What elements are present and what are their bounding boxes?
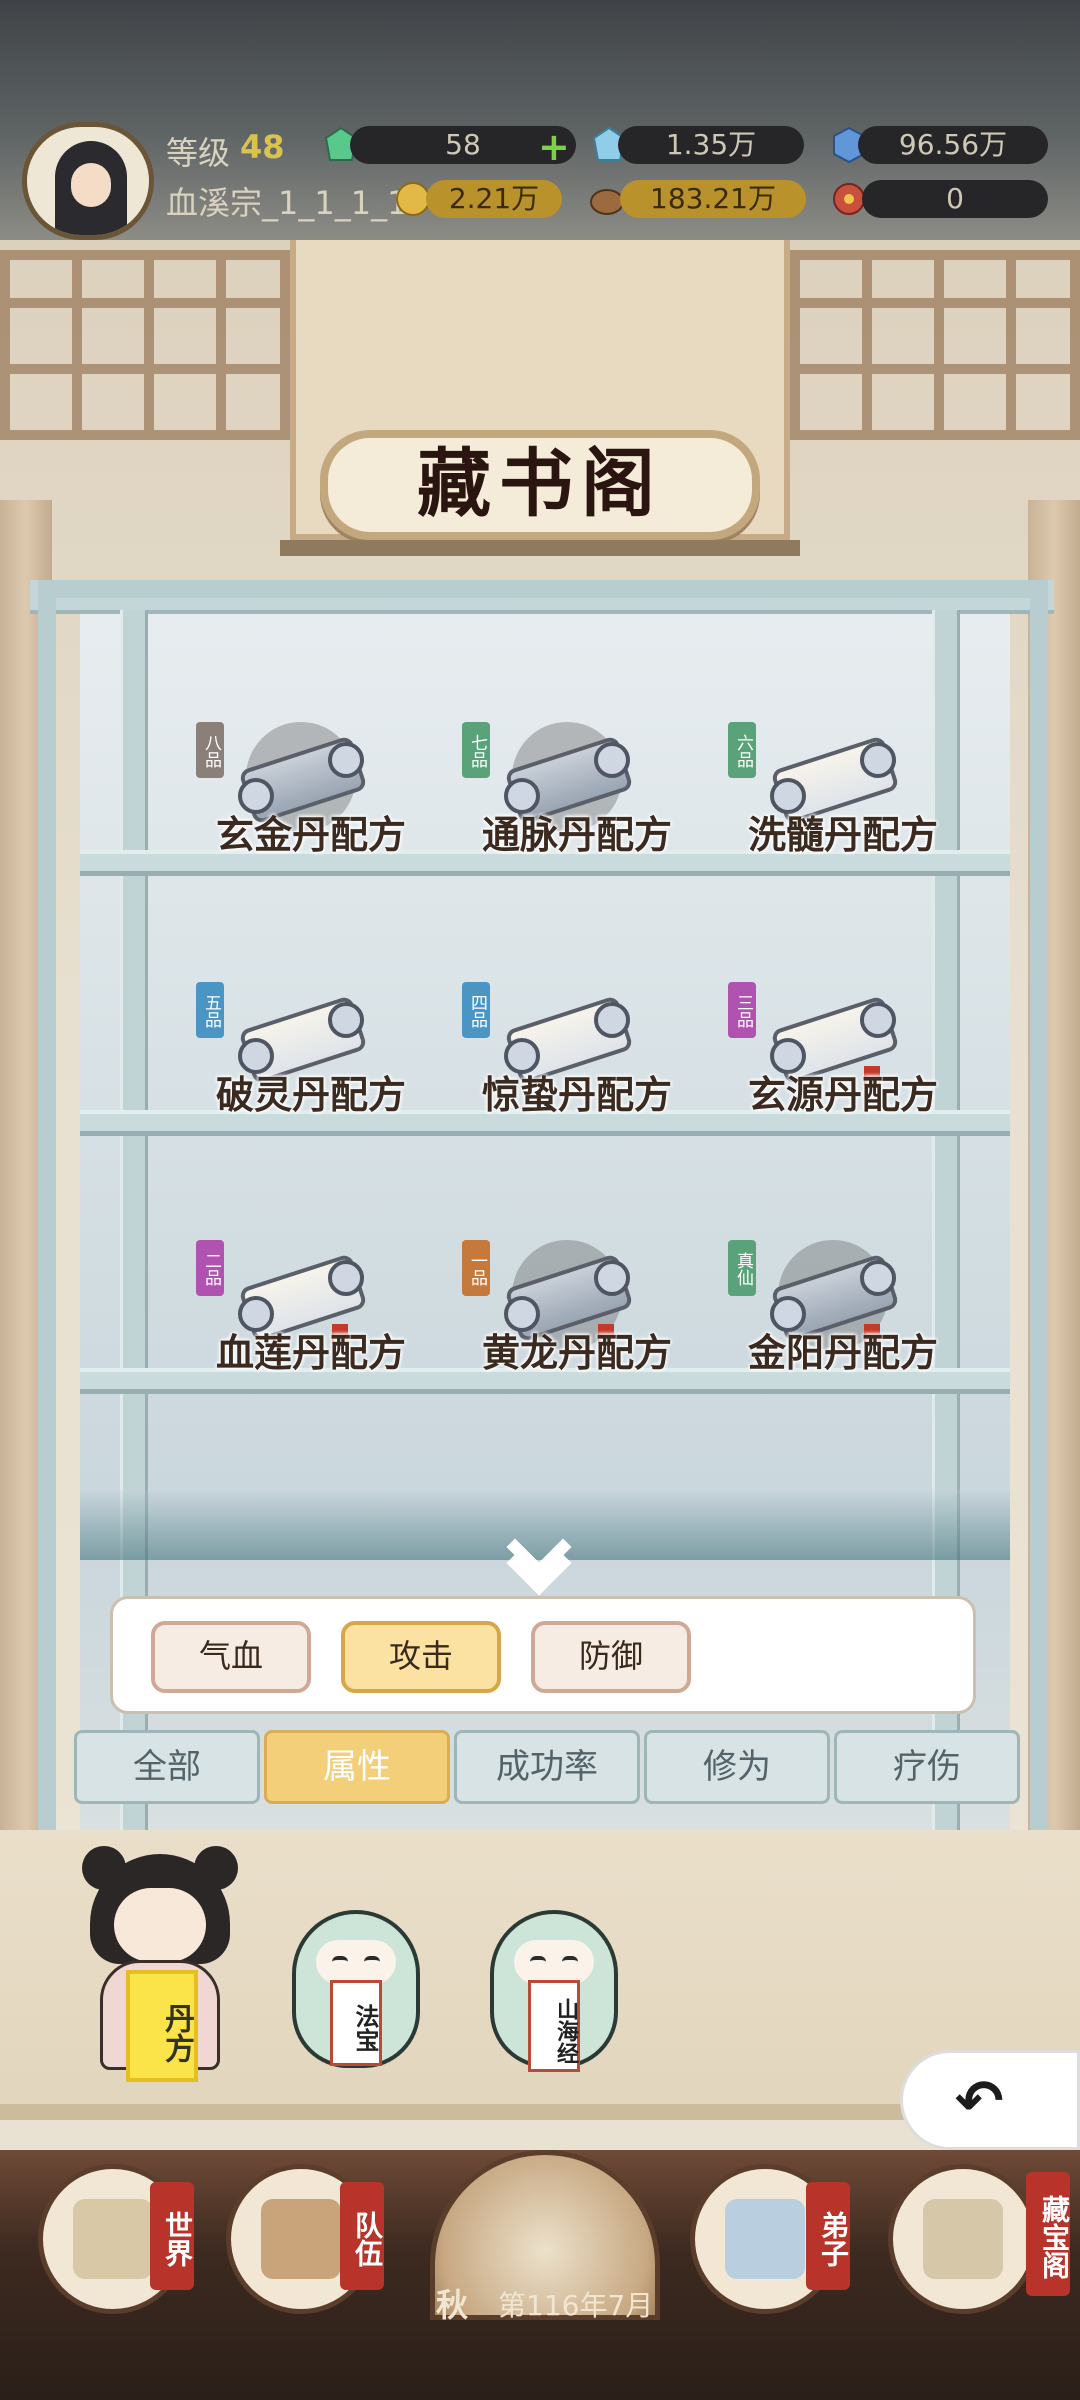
- attribute-filter-panel: 气血 攻击 防御: [110, 1596, 976, 1714]
- recipe-item[interactable]: 六品洗髓丹配方: [728, 722, 958, 892]
- treasure-pavilion-icon: [923, 2199, 1003, 2279]
- recipe-name: 金阳丹配方: [747, 1331, 938, 1375]
- back-arrow-icon: ↶: [955, 2067, 1004, 2135]
- tab-attribute[interactable]: 属性: [264, 1730, 450, 1804]
- recipe-item[interactable]: 八品玄金丹配方: [196, 722, 426, 892]
- tab-success-rate[interactable]: 成功率: [454, 1730, 640, 1804]
- recipe-item[interactable]: 三品玄源丹配方: [728, 982, 958, 1152]
- recipe-item[interactable]: 五品破灵丹配方: [196, 982, 426, 1152]
- category-shanhaijing-label: 山海经: [528, 1980, 580, 2072]
- tab-healing[interactable]: 疗伤: [834, 1730, 1020, 1804]
- filter-fangyu-button[interactable]: 防御: [531, 1621, 691, 1693]
- category-artifacts-button[interactable]: 法宝: [286, 1900, 426, 2070]
- nav-team-label: 队伍: [340, 2182, 384, 2290]
- window-lattice-left: [0, 250, 290, 440]
- grade-badge: 二品: [196, 1240, 224, 1296]
- resource-food[interactable]: 183.21万: [620, 180, 806, 218]
- nav-world-label: 世界: [150, 2182, 194, 2290]
- add-spirit-stone-button[interactable]: +: [538, 128, 570, 166]
- window-lattice-right: [790, 250, 1080, 440]
- sign-base: [280, 540, 800, 556]
- resource-red-flower[interactable]: 0: [862, 180, 1048, 218]
- grade-badge: 一品: [462, 1240, 490, 1296]
- disciple-icon: [725, 2199, 805, 2279]
- team-flag-icon: [261, 2199, 341, 2279]
- recipe-item[interactable]: 二品血莲丹配方: [196, 1240, 426, 1410]
- resource-blue-crystal[interactable]: 96.56万: [858, 126, 1048, 164]
- building-title: 藏书阁: [320, 430, 760, 540]
- game-date: 第116年7月: [498, 2289, 654, 2322]
- recipe-item[interactable]: 一品黄龙丹配方: [462, 1240, 692, 1410]
- recipe-name: 通脉丹配方: [481, 813, 672, 857]
- tab-cultivation[interactable]: 修为: [644, 1730, 830, 1804]
- filter-gongji-button[interactable]: 攻击: [341, 1621, 501, 1693]
- season-label: 秋: [436, 2286, 469, 2324]
- resource-gold[interactable]: 2.21万: [426, 180, 562, 218]
- sect-name: 血溪宗_1_1_1_1: [166, 184, 408, 222]
- world-map-icon: [73, 2199, 153, 2279]
- recipe-item[interactable]: 真仙金阳丹配方: [728, 1240, 958, 1410]
- nav-treasure-label: 藏宝阁: [1026, 2172, 1071, 2296]
- nav-treasure-button[interactable]: [888, 2164, 1038, 2314]
- resource-spirit-stone-rainbow[interactable]: 1.35万: [618, 126, 804, 164]
- category-tabs: 全部 属性 成功率 修为 疗伤: [74, 1730, 1020, 1808]
- grade-badge: 三品: [728, 982, 756, 1038]
- category-artifacts-label: 法宝: [330, 1980, 382, 2066]
- grade-badge: 七品: [462, 722, 490, 778]
- nav-disciple-label: 弟子: [806, 2182, 850, 2290]
- category-recipes-button[interactable]: 丹方: [80, 1840, 240, 2090]
- recipe-name: 玄金丹配方: [215, 813, 406, 857]
- grade-badge: 五品: [196, 982, 224, 1038]
- category-recipes-label: 丹方: [126, 1970, 198, 2082]
- category-shanhaijing-button[interactable]: 山海经: [484, 1900, 624, 2072]
- grade-badge: 六品: [728, 722, 756, 778]
- recipe-name: 破灵丹配方: [215, 1073, 406, 1117]
- recipe-name: 惊蛰丹配方: [481, 1073, 672, 1117]
- recipe-name: 黄龙丹配方: [481, 1331, 672, 1375]
- player-avatar[interactable]: [22, 122, 154, 240]
- level-label: 等级: [166, 134, 231, 172]
- recipe-item[interactable]: 七品通脉丹配方: [462, 722, 692, 892]
- level-value: 48: [240, 128, 285, 166]
- recipe-name: 玄源丹配方: [747, 1073, 938, 1117]
- recipe-item[interactable]: 四品惊蛰丹配方: [462, 982, 692, 1152]
- filter-qixue-button[interactable]: 气血: [151, 1621, 311, 1693]
- tab-all[interactable]: 全部: [74, 1730, 260, 1804]
- recipe-name: 血莲丹配方: [215, 1331, 406, 1375]
- grade-badge: 真仙: [728, 1240, 756, 1296]
- chevron-down-icon[interactable]: [500, 1514, 580, 1596]
- grade-badge: 四品: [462, 982, 490, 1038]
- grade-badge: 八品: [196, 722, 224, 778]
- recipe-name: 洗髓丹配方: [747, 813, 938, 857]
- back-button[interactable]: ↶: [900, 2050, 1080, 2150]
